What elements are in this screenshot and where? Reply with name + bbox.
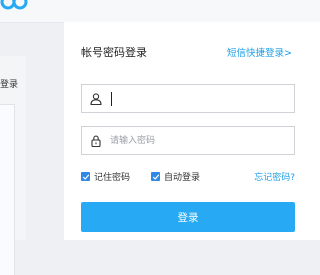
login-button[interactable]: 登录 xyxy=(81,202,295,232)
forgot-password-link[interactable]: 忘记密码? xyxy=(254,170,295,183)
check-icon xyxy=(81,172,90,181)
check-icon xyxy=(151,172,160,181)
side-panel-content xyxy=(0,104,15,275)
lock-icon xyxy=(91,135,101,148)
auto-login-checkbox[interactable]: 自动登录 xyxy=(151,170,200,183)
username-input[interactable] xyxy=(110,91,280,107)
login-card: 帐号密码登录 短信快捷登录> 记住密码 自动登录 忘记密码? 登录 xyxy=(64,22,320,240)
password-input[interactable] xyxy=(110,133,280,149)
username-field[interactable] xyxy=(81,84,295,113)
remember-password-label: 记住密码 xyxy=(94,173,131,183)
login-options: 记住密码 自动登录 忘记密码? xyxy=(81,170,295,184)
login-title: 帐号密码登录 xyxy=(81,46,147,59)
side-login-text: 登录 xyxy=(0,80,19,90)
top-bar xyxy=(0,0,320,23)
auto-login-label: 自动登录 xyxy=(164,173,201,183)
text-cursor xyxy=(111,92,112,106)
password-field[interactable] xyxy=(81,126,295,155)
logo-icon xyxy=(0,0,28,10)
user-icon xyxy=(90,93,102,106)
remember-password-checkbox[interactable]: 记住密码 xyxy=(81,170,130,183)
sms-login-link[interactable]: 短信快捷登录> xyxy=(227,45,292,59)
